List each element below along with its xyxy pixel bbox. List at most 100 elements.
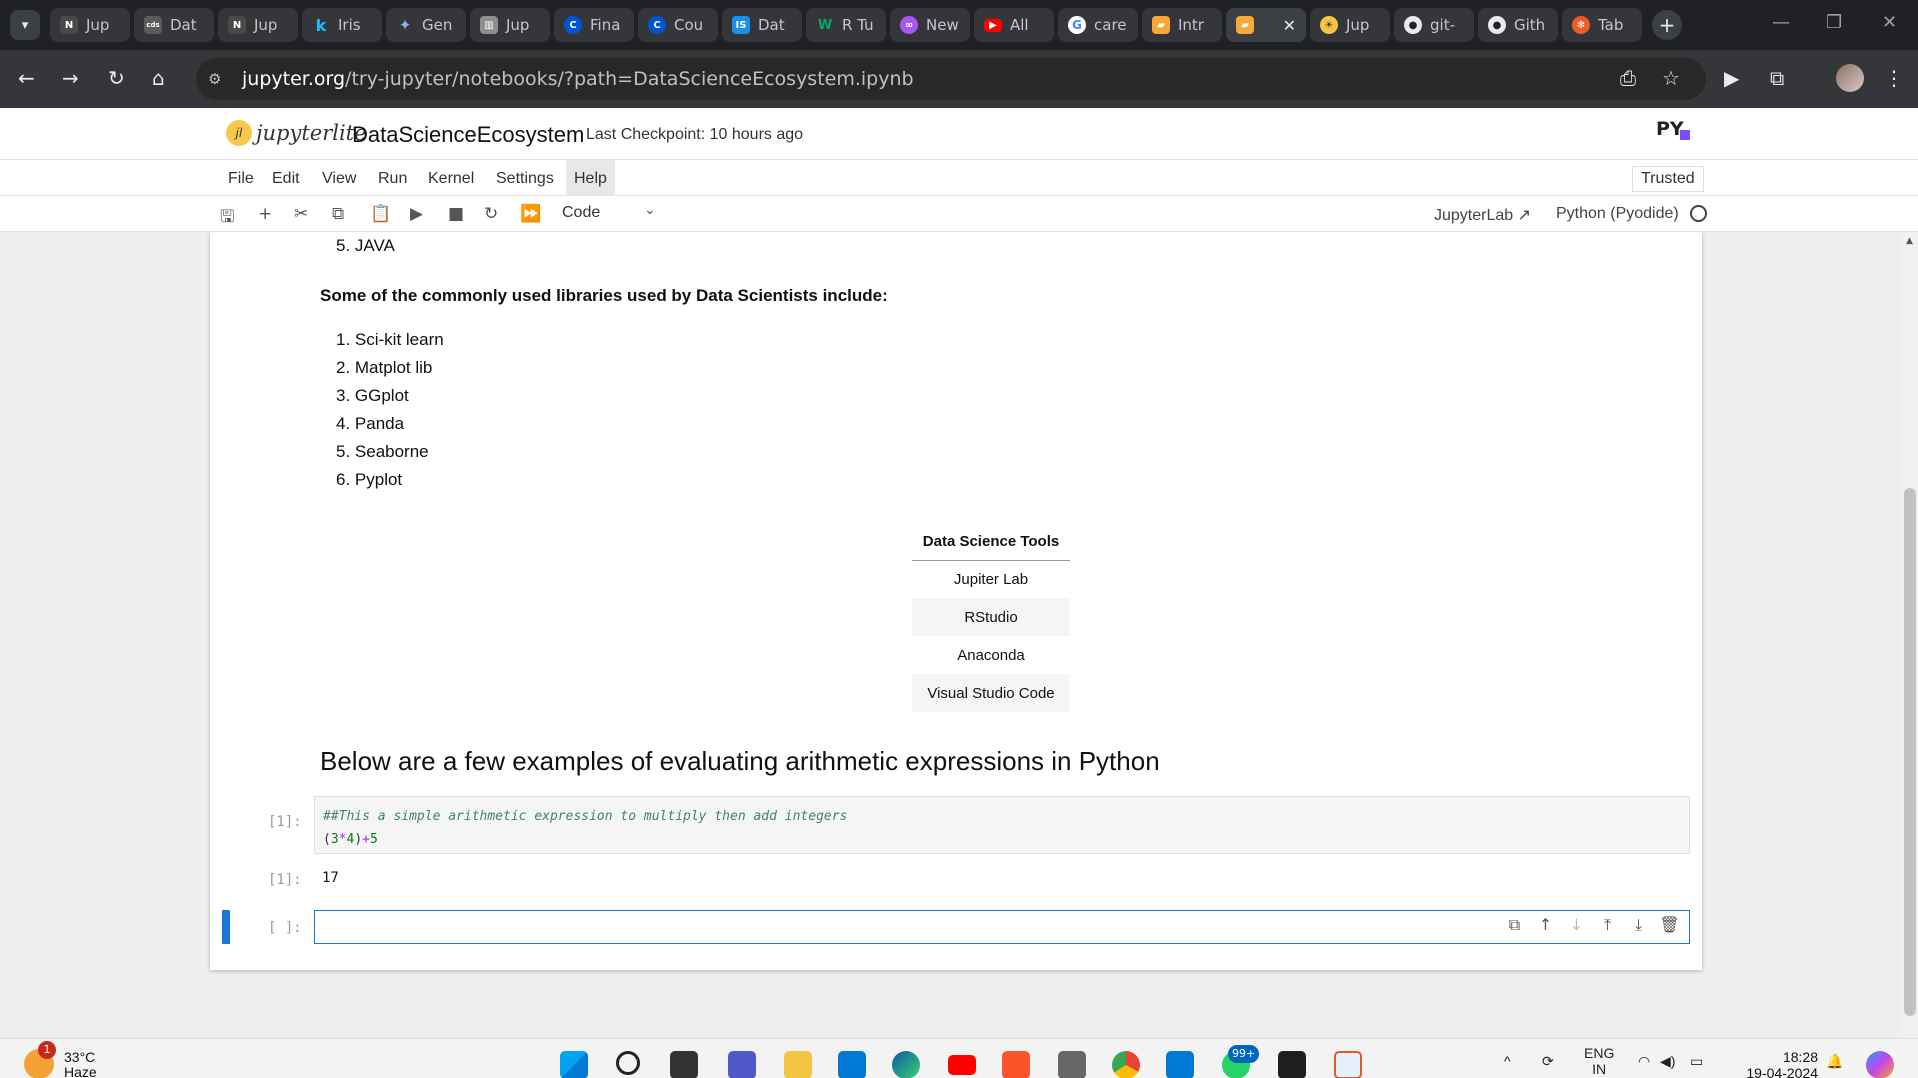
empty-code-cell[interactable]: ⧉ ↑ ↓ ⤒ ⤓ 🗑 xyxy=(314,910,1690,944)
weather-widget[interactable]: 33°C Haze xyxy=(64,1049,97,1078)
browser-tab[interactable]: Gcare xyxy=(1058,8,1138,42)
task-view-icon[interactable] xyxy=(670,1051,698,1078)
menu-settings[interactable]: Settings xyxy=(488,160,562,196)
insert-above-icon[interactable]: ⤒ xyxy=(1592,915,1623,935)
jupyterlite-logo[interactable]: jl jupyterlite xyxy=(226,120,367,146)
bell-icon[interactable]: 🔔 xyxy=(1826,1053,1843,1070)
restart-icon[interactable]: ↻ xyxy=(484,204,498,224)
restore-icon[interactable]: ❐ xyxy=(1826,12,1842,33)
browser-tab[interactable]: ● git- xyxy=(1394,8,1474,42)
add-cell-icon[interactable]: + xyxy=(258,204,272,224)
back-arrow-icon[interactable]: ← xyxy=(18,66,35,90)
duplicate-cell-icon[interactable]: ⧉ xyxy=(1499,915,1530,935)
scroll-thumb[interactable] xyxy=(1904,488,1916,1016)
snipping-tool-icon[interactable] xyxy=(1334,1051,1362,1078)
browser-tab[interactable]: ∞ New xyxy=(890,8,970,42)
fast-forward-icon[interactable]: ⏩ xyxy=(520,204,541,224)
install-app-icon[interactable]: ⎙ xyxy=(1620,66,1636,90)
reload-icon[interactable]: ↻ xyxy=(108,66,125,90)
browser-tab[interactable]: N Jup xyxy=(218,8,298,42)
cut-icon[interactable]: ✂ xyxy=(294,204,308,224)
logo-text: jupyterlite xyxy=(256,121,367,145)
browser-tab[interactable]: k Iris xyxy=(302,8,382,42)
chrome-icon[interactable] xyxy=(1112,1051,1140,1078)
tray-chevron-icon[interactable]: ^ xyxy=(1504,1053,1511,1069)
copy-icon[interactable]: ⧉ xyxy=(332,204,344,224)
address-bar[interactable]: jupyter.org/try-jupyter/notebooks/?path=… xyxy=(196,58,1706,100)
menu-kernel[interactable]: Kernel xyxy=(420,160,482,196)
terminal-icon[interactable] xyxy=(1278,1051,1306,1078)
brave-icon[interactable] xyxy=(1002,1051,1030,1078)
window-close-icon[interactable]: ✕ xyxy=(1882,12,1897,33)
libraries-heading: Some of the commonly used libraries used… xyxy=(320,286,888,305)
browser-tab[interactable]: ▶ All xyxy=(974,8,1054,42)
chevron-down-icon[interactable]: ⌄ xyxy=(644,202,656,218)
wifi-icon[interactable]: ◠ xyxy=(1638,1053,1650,1070)
close-icon[interactable]: ✕ xyxy=(1283,16,1296,35)
delete-cell-icon[interactable]: 🗑 xyxy=(1654,915,1685,935)
browser-tab[interactable]: WR Tu xyxy=(806,8,886,42)
notebook-scroll-area[interactable]: 5. JAVA Some of the commonly used librar… xyxy=(0,232,1918,1038)
battery-icon[interactable]: ▭ xyxy=(1690,1053,1703,1070)
browser-tab[interactable]: IS Dat xyxy=(722,8,802,42)
browser-tab[interactable]: C Cou xyxy=(638,8,718,42)
trusted-indicator[interactable]: Trusted xyxy=(1632,166,1704,192)
bulb-icon: ☀ xyxy=(1320,16,1338,34)
menu-edit[interactable]: Edit xyxy=(264,160,308,196)
run-icon[interactable]: ▶ xyxy=(410,204,423,224)
browser-tab[interactable]: ▰ Intr xyxy=(1142,8,1222,42)
menu-file[interactable]: File xyxy=(220,160,262,196)
windows-start-icon[interactable] xyxy=(560,1051,588,1078)
browser-tab[interactable]: N Jup xyxy=(50,8,130,42)
browser-tab[interactable]: ✦ Gen xyxy=(386,8,466,42)
browser-tab[interactable]: ☀ Jup xyxy=(1310,8,1390,42)
teams-icon[interactable] xyxy=(728,1051,756,1078)
browser-tab-active[interactable]: ▰ ✕ xyxy=(1226,8,1306,42)
browser-tab[interactable]: cds Dat xyxy=(134,8,214,42)
insert-below-icon[interactable]: ⤓ xyxy=(1623,915,1654,935)
tab-search-button[interactable]: ▾ xyxy=(10,10,40,40)
sync-icon[interactable]: ⟳ xyxy=(1542,1053,1554,1070)
save-icon[interactable]: 🖫 xyxy=(220,204,234,233)
new-tab-button[interactable]: + xyxy=(1652,10,1682,40)
extensions-icon[interactable]: ⧉ xyxy=(1770,66,1784,90)
minimize-icon[interactable]: — xyxy=(1772,12,1790,33)
code-cell[interactable]: ##This a simple arithmetic expression to… xyxy=(314,796,1690,854)
vscode-icon[interactable] xyxy=(1166,1051,1194,1078)
site-info-icon[interactable]: ⚙ xyxy=(208,70,221,88)
kernel-name[interactable]: Python (Pyodide) xyxy=(1556,205,1679,223)
notebook-title[interactable]: DataScienceEcosystem xyxy=(352,122,584,148)
volume-icon[interactable]: ◀) xyxy=(1660,1053,1675,1070)
scroll-up-icon[interactable]: ▲ xyxy=(1906,236,1913,246)
browser-tab[interactable]: C Fina xyxy=(554,8,634,42)
stop-icon[interactable]: ■ xyxy=(448,204,464,224)
file-explorer-icon[interactable] xyxy=(784,1051,812,1078)
home-icon[interactable]: ⌂ xyxy=(152,66,165,90)
edge-icon[interactable] xyxy=(892,1051,920,1078)
m-app-icon[interactable] xyxy=(1058,1051,1086,1078)
store-icon[interactable] xyxy=(838,1051,866,1078)
menu-help[interactable]: Help xyxy=(566,160,615,196)
browser-tab[interactable]: ✻ Tab xyxy=(1562,8,1642,42)
more-menu-icon[interactable]: ⋮ xyxy=(1884,66,1904,90)
clock[interactable]: 18:28 19-04-2024 xyxy=(1740,1049,1818,1078)
media-play-icon[interactable]: ▶ xyxy=(1724,66,1739,90)
paste-icon[interactable]: 📋 xyxy=(370,204,391,224)
open-jupyterlab-link[interactable]: JupyterLab ↗ xyxy=(1434,205,1531,225)
browser-tab[interactable]: ● Gith xyxy=(1478,8,1558,42)
copilot-icon[interactable] xyxy=(1866,1051,1894,1078)
table-cell: RStudio xyxy=(912,598,1070,636)
browser-tab[interactable]: ▥ Jup xyxy=(470,8,550,42)
youtube-icon[interactable] xyxy=(948,1055,976,1075)
search-icon[interactable] xyxy=(616,1051,640,1075)
menu-run[interactable]: Run xyxy=(370,160,415,196)
forward-arrow-icon[interactable]: → xyxy=(62,66,79,90)
menu-view[interactable]: View xyxy=(314,160,364,196)
vertical-scrollbar[interactable]: ▲ xyxy=(1902,232,1918,1038)
tools-table: Data Science Tools Jupiter Lab RStudio A… xyxy=(912,524,1070,712)
avatar[interactable] xyxy=(1836,64,1864,92)
language-indicator[interactable]: ENG IN xyxy=(1584,1045,1614,1077)
move-up-icon[interactable]: ↑ xyxy=(1530,915,1561,935)
bookmark-star-icon[interactable]: ☆ xyxy=(1662,66,1680,90)
move-down-icon[interactable]: ↓ xyxy=(1561,915,1592,935)
